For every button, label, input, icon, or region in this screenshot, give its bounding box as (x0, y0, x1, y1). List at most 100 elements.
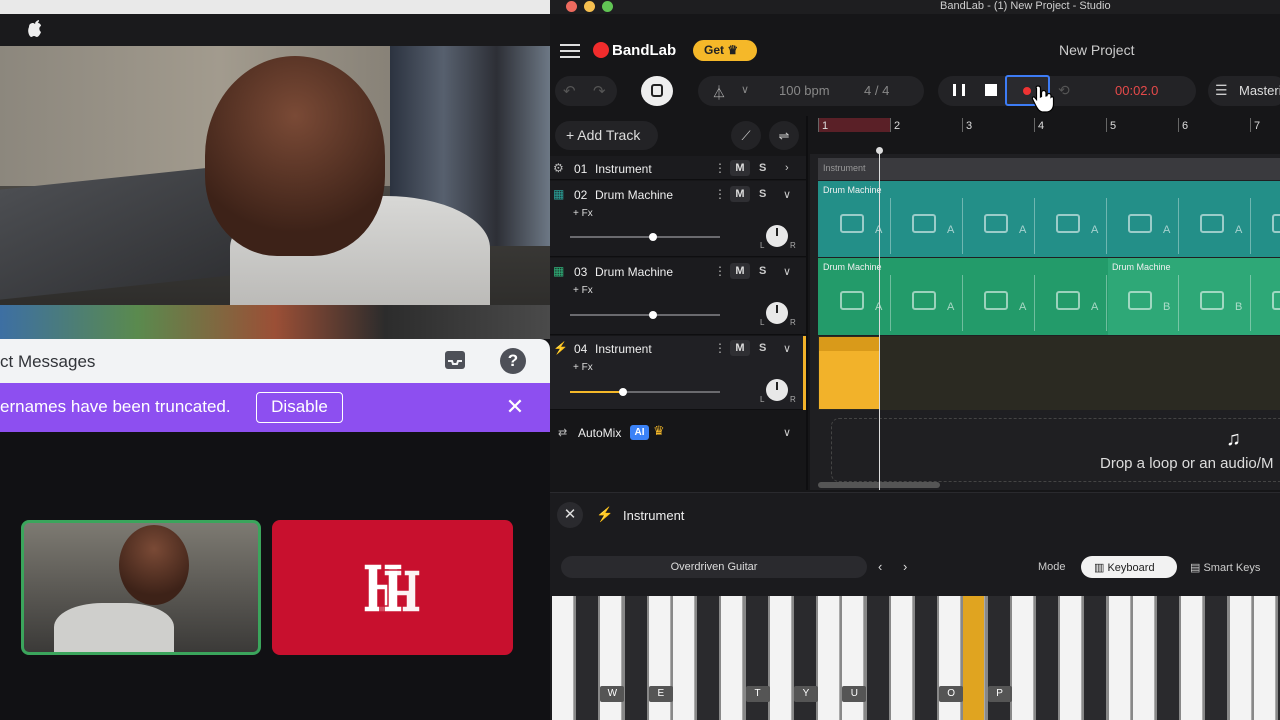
drum-pattern-icon[interactable] (1128, 291, 1152, 310)
black-key[interactable] (624, 596, 647, 720)
pan-knob[interactable] (766, 379, 788, 401)
white-key[interactable] (1181, 596, 1204, 720)
more-icon[interactable]: ⋮ (714, 187, 726, 201)
metronome-icon[interactable]: ⏃ (712, 83, 726, 103)
mute-button[interactable]: M (730, 186, 750, 202)
drum-pattern-icon[interactable] (1056, 291, 1080, 310)
solo-button[interactable]: S (759, 162, 766, 174)
drum-pattern-icon[interactable] (984, 214, 1008, 233)
close-icon[interactable]: ✕ (505, 396, 525, 418)
white-key[interactable]: E (648, 596, 673, 720)
drum-pattern-icon[interactable] (1200, 291, 1224, 310)
white-key[interactable] (1011, 596, 1034, 720)
white-key[interactable] (818, 596, 841, 720)
drum-pattern-icon[interactable] (1272, 214, 1280, 233)
volume-slider-knob[interactable] (648, 233, 657, 241)
menu-icon[interactable] (560, 44, 580, 58)
white-key[interactable]: W (600, 596, 625, 720)
bpm-field[interactable]: 100 bpm (779, 83, 830, 98)
apple-icon[interactable] (26, 18, 44, 38)
drum-pattern-icon[interactable] (1056, 214, 1080, 233)
mixer-icon[interactable]: ☰ (1215, 82, 1228, 99)
window-close-button[interactable] (566, 1, 577, 12)
close-icon[interactable]: ✕ (557, 502, 583, 528)
video-tile-self[interactable] (21, 520, 261, 655)
white-key[interactable] (721, 596, 744, 720)
loop-toggle-button[interactable] (641, 76, 673, 106)
chevron-down-icon[interactable]: ∨ (741, 83, 749, 96)
pause-button[interactable] (953, 84, 965, 96)
mode-smart-keys-button[interactable]: ▤ Smart Keys (1190, 561, 1260, 574)
track-row-03[interactable] (550, 258, 806, 335)
mute-button[interactable]: M (730, 160, 750, 176)
more-icon[interactable]: ⋮ (714, 264, 726, 278)
white-key[interactable] (552, 596, 574, 720)
white-key[interactable] (769, 596, 792, 720)
chevron-down-icon[interactable]: ∨ (783, 188, 791, 201)
black-key[interactable] (915, 596, 937, 720)
black-key[interactable] (1084, 596, 1107, 720)
playhead[interactable] (879, 150, 880, 490)
track-settings-icon[interactable]: ⇌ (769, 121, 799, 150)
project-name[interactable]: New Project (1059, 42, 1134, 58)
white-key[interactable]: O (939, 596, 964, 720)
time-signature-field[interactable]: 4 / 4 (864, 83, 889, 98)
add-fx-button[interactable]: + Fx (573, 362, 593, 373)
mute-button[interactable]: M (730, 340, 750, 356)
black-key[interactable]: Y (794, 596, 818, 720)
help-icon[interactable]: ? (500, 348, 526, 374)
disable-button[interactable]: Disable (256, 392, 343, 423)
piano-keyboard[interactable]: WETYUOP (552, 596, 1280, 720)
mute-button[interactable]: M (730, 263, 750, 279)
black-key[interactable]: T (745, 596, 770, 720)
chevron-down-icon[interactable]: ∨ (783, 426, 791, 439)
black-key[interactable] (866, 596, 889, 720)
get-membership-button[interactable]: Get ♛ (693, 40, 757, 61)
pan-knob[interactable] (766, 302, 788, 324)
pan-knob[interactable] (766, 225, 788, 247)
track-name[interactable]: Instrument (595, 162, 652, 176)
undo-icon[interactable]: ↶ (563, 82, 576, 100)
more-icon[interactable]: ⋮ (714, 341, 726, 355)
add-fx-button[interactable]: + Fx (573, 208, 593, 219)
window-minimize-button[interactable] (584, 1, 595, 12)
track-row-04[interactable] (550, 336, 806, 410)
chevron-right-icon[interactable]: › (785, 162, 789, 174)
black-key[interactable] (1205, 596, 1228, 720)
track-row-01[interactable] (550, 156, 806, 180)
preset-name[interactable]: Overdriven Guitar (561, 561, 867, 573)
black-key[interactable] (697, 596, 720, 720)
drum-pattern-icon[interactable] (912, 214, 936, 233)
window-maximize-button[interactable] (602, 1, 613, 12)
drum-pattern-icon[interactable] (840, 291, 864, 310)
volume-slider[interactable] (570, 314, 720, 316)
volume-slider[interactable] (570, 236, 720, 238)
solo-button[interactable]: S (759, 188, 766, 200)
white-key[interactable]: U (842, 596, 867, 720)
drum-pattern-icon[interactable] (1200, 214, 1224, 233)
white-key[interactable] (1060, 596, 1083, 720)
white-key[interactable] (890, 596, 913, 720)
chevron-left-icon[interactable]: ‹ (878, 559, 882, 574)
mode-keyboard-label[interactable]: ▥ Keyboard (1094, 561, 1155, 574)
track-name[interactable]: Instrument (595, 342, 652, 356)
drum-pattern-icon[interactable] (1272, 291, 1280, 310)
automation-icon[interactable]: ⟋ (731, 121, 761, 150)
volume-slider-knob[interactable] (648, 311, 657, 319)
inbox-icon[interactable] (444, 350, 466, 370)
black-key[interactable] (1036, 596, 1058, 720)
drum-pattern-icon[interactable] (912, 291, 936, 310)
chevron-right-icon[interactable]: › (903, 559, 907, 574)
white-key[interactable] (963, 596, 986, 720)
more-icon[interactable]: ⋮ (714, 161, 726, 175)
solo-button[interactable]: S (759, 265, 766, 277)
white-key[interactable] (1132, 596, 1155, 720)
participant-strip[interactable] (0, 305, 550, 343)
drum-pattern-icon[interactable] (984, 291, 1008, 310)
chevron-down-icon[interactable]: ∨ (783, 265, 791, 278)
white-key[interactable] (673, 596, 695, 720)
mastering-button[interactable]: Masterin (1239, 83, 1280, 98)
lane-instrument-01[interactable] (818, 158, 1280, 180)
lane-instrument-04[interactable] (818, 336, 1280, 410)
black-key[interactable]: P (987, 596, 1012, 720)
